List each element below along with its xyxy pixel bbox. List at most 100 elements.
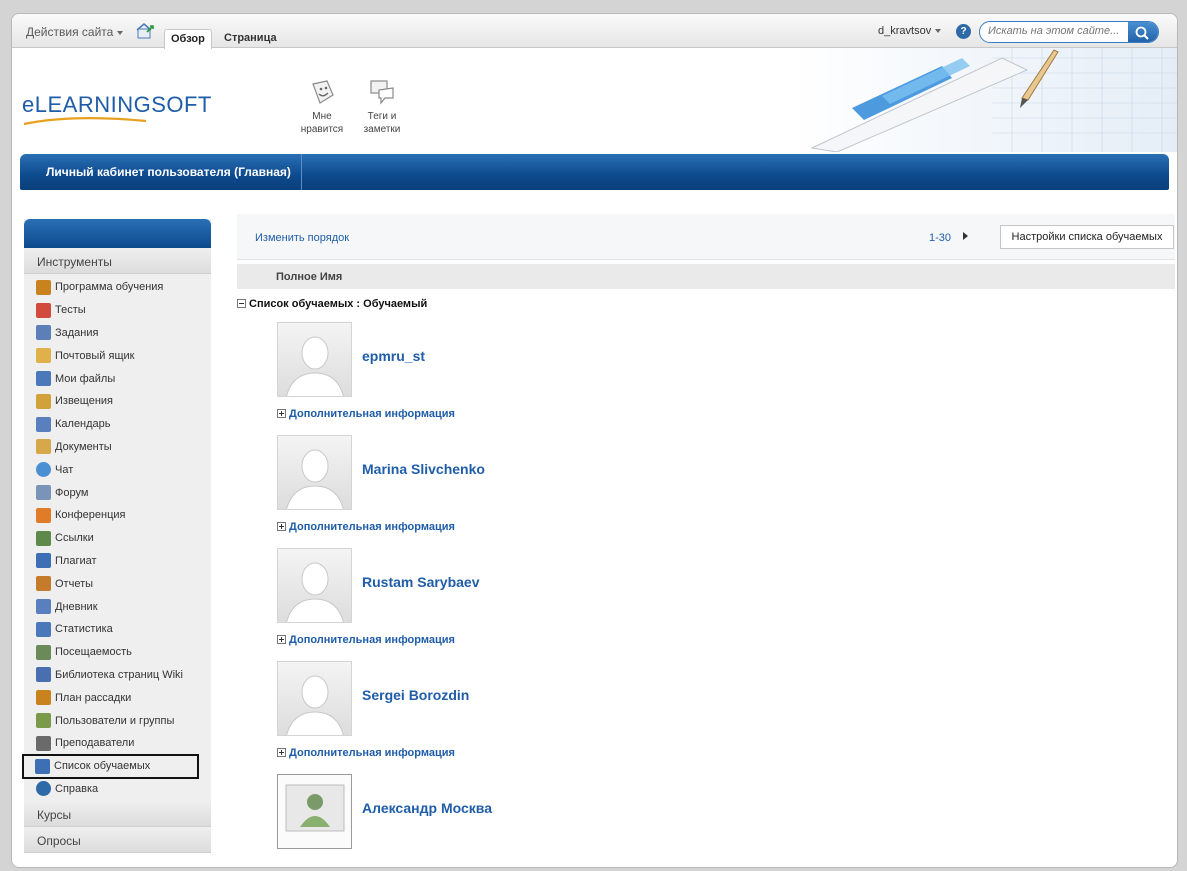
calendar-icon bbox=[36, 416, 51, 432]
sidebar-heading-surveys[interactable]: Опросы bbox=[24, 828, 211, 853]
sidebar-item[interactable]: Посещаемость bbox=[24, 641, 211, 664]
more-info-link[interactable]: Дополнительная информация bbox=[277, 747, 455, 759]
next-page-icon[interactable] bbox=[963, 232, 968, 240]
more-info-label: Дополнительная информация bbox=[289, 747, 455, 759]
site-logo[interactable]: eLEARNINGSOFT bbox=[22, 92, 282, 132]
learner-name-link[interactable]: Sergei Borozdin bbox=[362, 687, 469, 703]
learner-name-link[interactable]: Александр Москва bbox=[362, 800, 492, 816]
announcements-icon bbox=[36, 393, 51, 409]
sidebar-item[interactable]: Библиотека страниц Wiki bbox=[24, 664, 211, 687]
tags-label-line1: Теги и bbox=[367, 111, 397, 122]
sidebar-header bbox=[24, 219, 211, 248]
chevron-down-icon bbox=[117, 30, 124, 35]
mailbox-icon bbox=[36, 348, 51, 364]
sidebar-item[interactable]: Статистика bbox=[24, 618, 211, 641]
sidebar-item[interactable]: План рассадки bbox=[24, 686, 211, 709]
more-info-link[interactable]: Дополнительная информация bbox=[277, 521, 455, 533]
avatar[interactable] bbox=[277, 435, 352, 510]
teachers-icon bbox=[36, 735, 51, 751]
sidebar-item[interactable]: Программа обучения bbox=[24, 276, 211, 299]
sidebar-item[interactable]: Мои файлы bbox=[24, 367, 211, 390]
sidebar-item-label: Конференция bbox=[55, 509, 126, 522]
statistics-icon bbox=[36, 621, 51, 637]
expand-icon bbox=[277, 522, 286, 531]
avatar[interactable] bbox=[277, 774, 352, 849]
like-button[interactable]: Мне нравится bbox=[294, 78, 350, 136]
sidebar-item-label: Документы bbox=[55, 440, 112, 453]
tab-overview[interactable]: Обзор bbox=[164, 29, 212, 49]
more-info-label: Дополнительная информация bbox=[289, 408, 455, 420]
main-content: Изменить порядок 1-30 Настройки списка о… bbox=[237, 214, 1175, 864]
sidebar-item-label: Справка bbox=[55, 782, 99, 795]
forum-icon bbox=[36, 485, 51, 501]
sidebar-item-label: Библиотека страниц Wiki bbox=[55, 668, 183, 681]
sidebar-item-label: Календарь bbox=[55, 418, 111, 431]
like-label-line2: нравится bbox=[300, 124, 344, 135]
sidebar-heading-tools[interactable]: Инструменты bbox=[24, 249, 211, 274]
sidebar-item[interactable]: Форум bbox=[24, 481, 211, 504]
learners-icon bbox=[35, 758, 50, 774]
learner-item: Sergei Borozdin Дополнительная информация bbox=[277, 661, 877, 761]
column-header-full-name[interactable]: Полное Имя bbox=[237, 264, 1175, 289]
sidebar-item[interactable]: Список обучаемых bbox=[22, 753, 199, 779]
sidebar-item[interactable]: Тесты bbox=[24, 299, 211, 322]
tab-page[interactable]: Страница bbox=[218, 29, 283, 49]
documents-icon bbox=[36, 439, 51, 455]
sidebar-item[interactable]: Дневник bbox=[24, 595, 211, 618]
wiki-icon bbox=[36, 667, 51, 683]
help-button[interactable]: ? bbox=[956, 24, 971, 39]
sidebar-item[interactable]: Извещения bbox=[24, 390, 211, 413]
sidebar-heading-courses[interactable]: Курсы bbox=[24, 802, 211, 827]
tags-notes-button[interactable]: Теги и заметки bbox=[354, 78, 410, 136]
logo-text: eLEARNINGSOFT bbox=[22, 92, 212, 117]
sidebar-item[interactable]: Справка bbox=[24, 778, 211, 801]
navigate-up-icon[interactable] bbox=[136, 22, 154, 40]
avatar[interactable] bbox=[277, 661, 352, 736]
sidebar-item-label: План рассадки bbox=[55, 691, 132, 704]
diary-icon bbox=[36, 599, 51, 615]
group-header[interactable]: Список обучаемых : Обучаемый bbox=[237, 298, 427, 310]
sidebar-item[interactable]: Плагиат bbox=[24, 550, 211, 573]
plagiarism-icon bbox=[36, 553, 51, 569]
sidebar-item[interactable]: Ссылки bbox=[24, 527, 211, 550]
tags-notes-icon bbox=[370, 80, 394, 105]
learner-name-link[interactable]: Rustam Sarybaev bbox=[362, 574, 480, 590]
sidebar-item[interactable]: Пользователи и группы bbox=[24, 709, 211, 732]
change-order-link[interactable]: Изменить порядок bbox=[255, 232, 349, 244]
logo-swoosh bbox=[23, 117, 147, 126]
site-actions-label: Действия сайта bbox=[26, 25, 114, 39]
user-menu[interactable]: d_kravtsov bbox=[878, 25, 942, 37]
sidebar-item[interactable]: Документы bbox=[24, 436, 211, 459]
attendance-icon bbox=[36, 644, 51, 660]
learner-list-settings-button[interactable]: Настройки списка обучаемых bbox=[1000, 225, 1174, 249]
learner-item: epmru_st Дополнительная информация bbox=[277, 322, 877, 422]
sidebar-item-label: Задания bbox=[55, 326, 99, 339]
learner-name-link[interactable]: epmru_st bbox=[362, 348, 425, 364]
search-input[interactable] bbox=[988, 25, 1128, 37]
topnav-home[interactable]: Личный кабинет пользователя (Главная) bbox=[20, 154, 302, 190]
site-actions-menu[interactable]: Действия сайта bbox=[26, 25, 124, 39]
program-icon bbox=[36, 279, 51, 295]
chat-icon bbox=[36, 462, 51, 478]
more-info-link[interactable]: Дополнительная информация bbox=[277, 634, 455, 646]
sidebar-item[interactable]: Преподаватели bbox=[24, 732, 211, 755]
collapse-icon[interactable] bbox=[237, 299, 246, 308]
sidebar-item-label: Статистика bbox=[55, 623, 113, 636]
sidebar-item-label: Плагиат bbox=[55, 554, 97, 567]
learner-name-link[interactable]: Marina Slivchenko bbox=[362, 461, 485, 477]
sidebar-item-label: Пользователи и группы bbox=[55, 714, 175, 727]
more-info-link[interactable]: Дополнительная информация bbox=[277, 408, 455, 420]
sidebar-item[interactable]: Чат bbox=[24, 458, 211, 481]
sidebar-item[interactable]: Календарь bbox=[24, 413, 211, 436]
user-name: d_kravtsov bbox=[878, 25, 932, 37]
sidebar-item-label: Извещения bbox=[55, 395, 114, 408]
search-button[interactable] bbox=[1128, 22, 1158, 42]
sidebar-item[interactable]: Отчеты bbox=[24, 572, 211, 595]
avatar[interactable] bbox=[277, 548, 352, 623]
sidebar-item[interactable]: Почтовый ящик bbox=[24, 344, 211, 367]
search-box bbox=[979, 21, 1159, 43]
avatar[interactable] bbox=[277, 322, 352, 397]
sidebar-item-label: Почтовый ящик bbox=[55, 349, 135, 362]
sidebar-item[interactable]: Задания bbox=[24, 322, 211, 345]
sidebar-item[interactable]: Конференция bbox=[24, 504, 211, 527]
